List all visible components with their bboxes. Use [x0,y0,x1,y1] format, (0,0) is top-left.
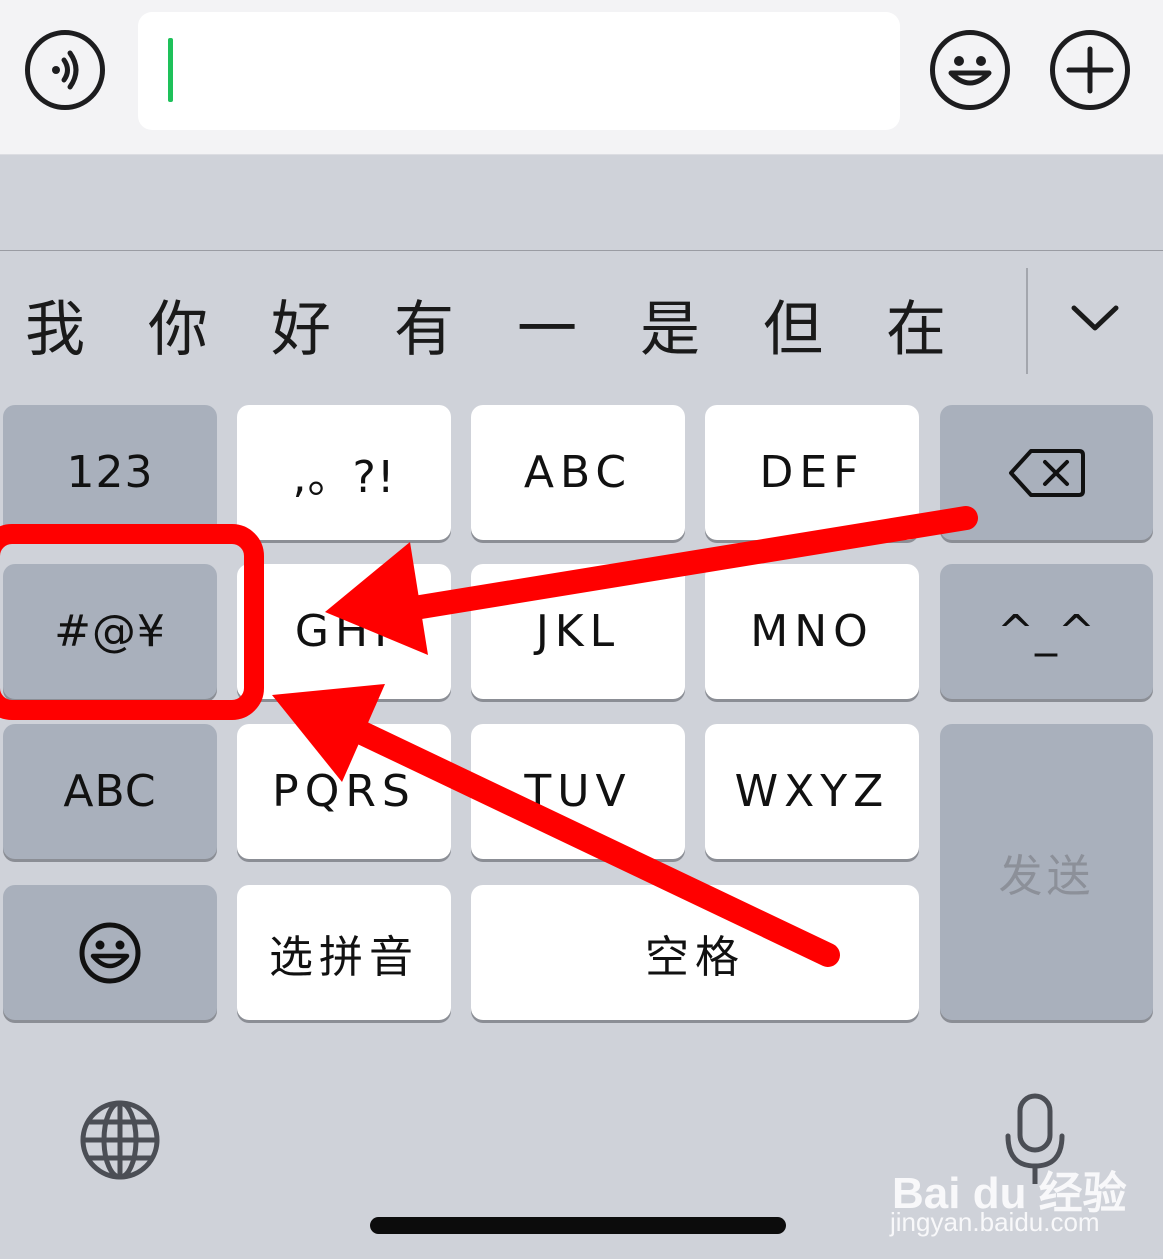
numbers-key[interactable]: 123 [3,405,217,540]
candidate-separator [1026,268,1028,374]
punctuation-key-label: ,。?! [292,451,396,503]
candidate-item[interactable]: 好 [271,275,331,385]
abc-letter-key-label: ABC [523,447,633,498]
send-key-label: 发送 [998,851,1095,902]
punctuation-key[interactable]: ,。?! [237,405,451,540]
tuv-key[interactable]: TUV [471,724,685,859]
wxyz-key-label: WXYZ [734,766,890,817]
candidate-item[interactable]: 我 [25,275,85,385]
message-input[interactable] [138,12,900,130]
def-key[interactable]: DEF [705,405,919,540]
emoji-button[interactable] [930,30,1010,110]
backspace-key[interactable] [940,405,1153,540]
candidate-divider [0,250,1163,251]
watermark-url: jingyan.baidu.com [890,1207,1100,1237]
add-more-button[interactable] [1050,30,1130,110]
candidate-item[interactable]: 但 [763,275,823,385]
pqrs-key[interactable]: PQRS [237,724,451,859]
def-key-label: DEF [759,447,865,498]
smiley-icon [79,922,141,983]
voice-wave-icon [52,50,79,90]
home-indicator[interactable] [370,1217,786,1234]
chevron-down-icon [1071,305,1119,331]
text-cursor [168,38,173,102]
pqrs-key-label: PQRS [272,766,416,817]
select-pinyin-key-label: 选拼音 [269,931,419,983]
numbers-key-label: 123 [66,447,154,498]
backspace-icon [1008,448,1085,497]
candidate-item[interactable]: 在 [886,275,946,385]
globe-icon [80,1100,160,1180]
candidate-bar: 我 你 好 有 一 是 但 在 [0,275,1030,385]
jkl-key-label: JKL [535,606,621,657]
kaomoji-key-label: ^_^ [997,606,1096,657]
expand-candidates-button[interactable] [1060,290,1130,350]
smiley-icon [948,56,992,86]
space-key-label: 空格 [645,931,745,983]
abc-mode-key[interactable]: ABC [3,724,217,859]
jkl-key[interactable]: JKL [471,564,685,699]
plus-icon [1066,46,1114,94]
chat-input-bar [0,0,1163,155]
language-switch-button[interactable] [78,1098,162,1182]
tuv-key-label: TUV [524,766,632,817]
emoji-key[interactable] [3,885,217,1020]
candidate-item[interactable]: 是 [640,275,700,385]
mno-key[interactable]: MNO [705,564,919,699]
voice-input-button[interactable] [25,30,105,110]
kaomoji-key[interactable]: ^_^ [940,564,1153,699]
abc-mode-key-label: ABC [63,766,157,817]
ghi-key-label: GHI [294,606,394,657]
abc-letter-key[interactable]: ABC [471,405,685,540]
candidate-item[interactable]: 一 [517,275,577,385]
symbols-key[interactable]: #@¥ [3,564,217,699]
ghi-key[interactable]: GHI [237,564,451,699]
candidate-item[interactable]: 你 [148,275,208,385]
space-key[interactable]: 空格 [471,885,919,1020]
mno-key-label: MNO [750,606,874,657]
candidate-item[interactable]: 有 [394,275,454,385]
select-pinyin-key[interactable]: 选拼音 [237,885,451,1020]
symbols-key-label: #@¥ [54,606,166,657]
send-key[interactable]: 发送 [940,724,1153,1020]
wxyz-key[interactable]: WXYZ [705,724,919,859]
